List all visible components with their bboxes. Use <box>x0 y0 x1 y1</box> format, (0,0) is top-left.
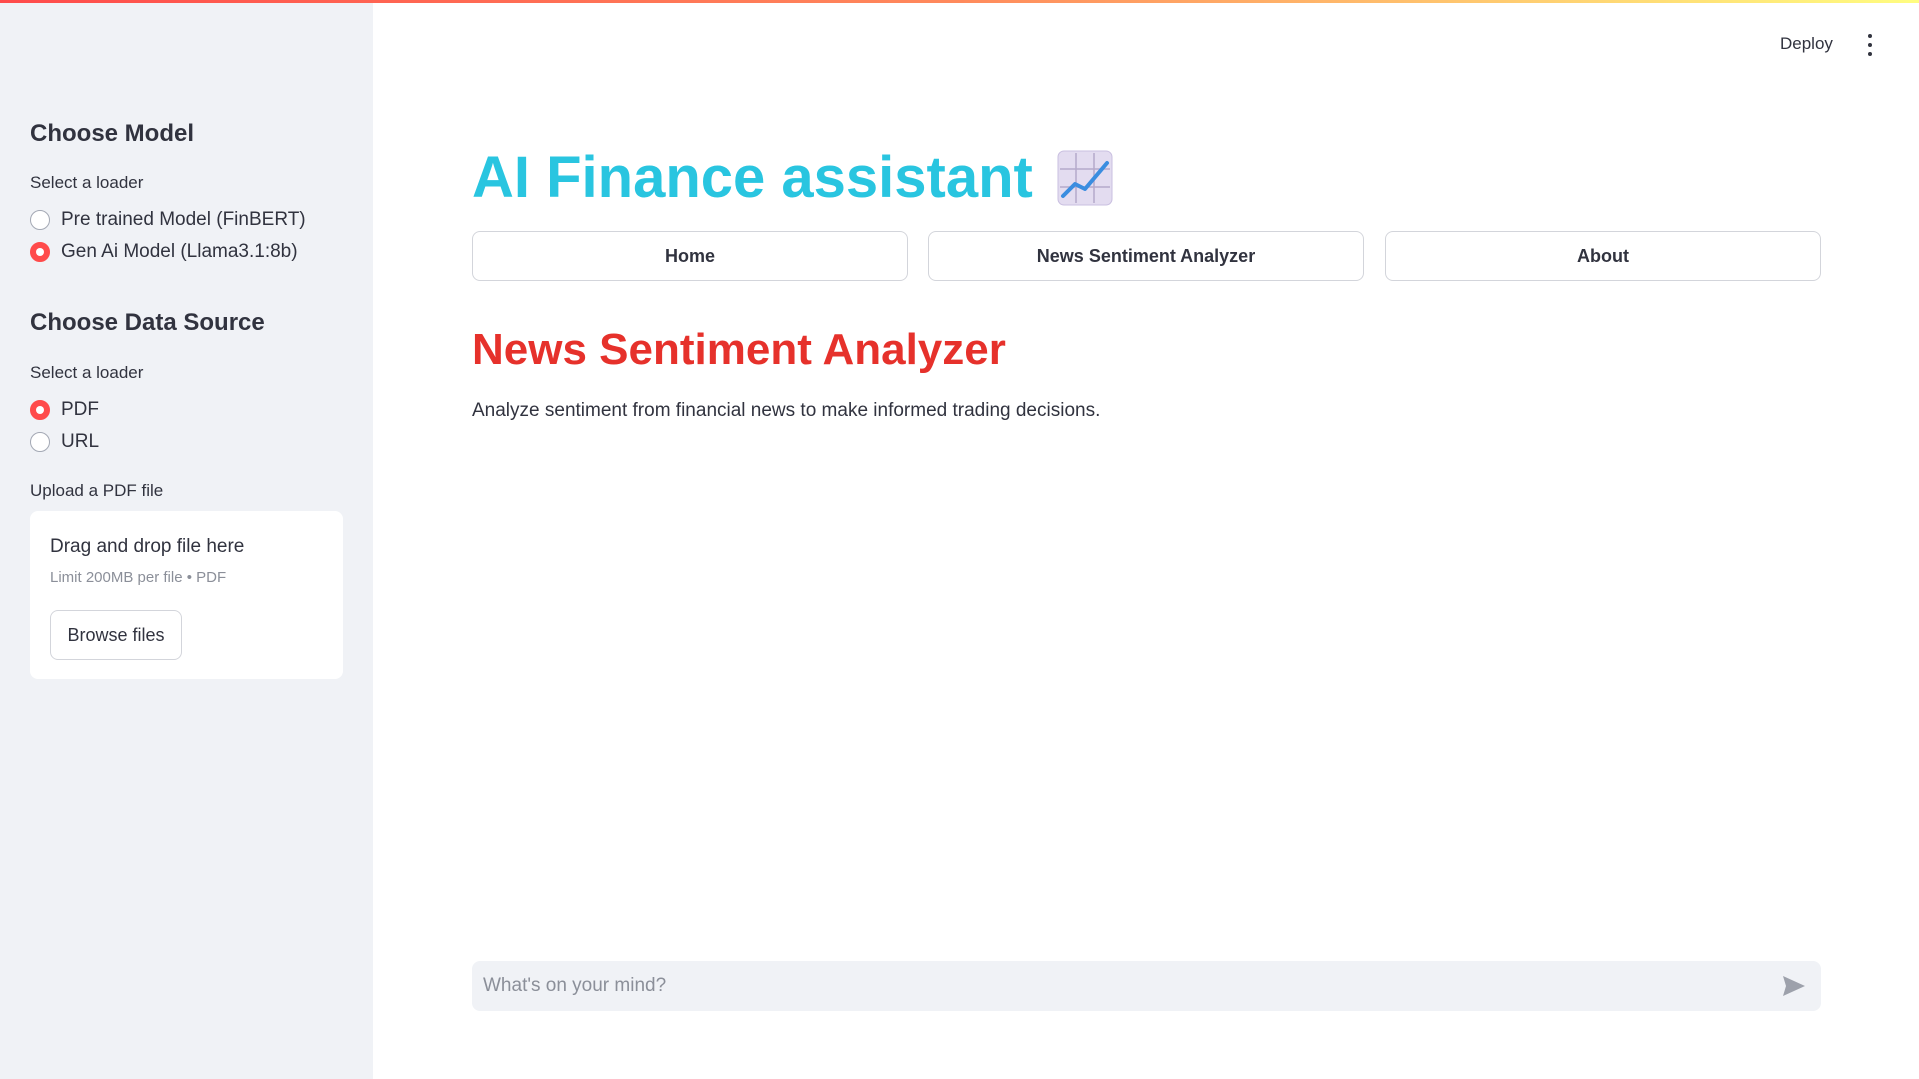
nav-news-sentiment-button[interactable]: News Sentiment Analyzer <box>928 231 1364 281</box>
app-title-text: AI Finance assistant <box>472 145 1033 210</box>
data-source-loader-label: Select a loader <box>30 363 144 382</box>
nav-home-button[interactable]: Home <box>472 231 908 281</box>
radio-button[interactable] <box>30 432 50 452</box>
file-dropzone[interactable]: Drag and drop file here Limit 200MB per … <box>30 511 343 679</box>
page-heading: News Sentiment Analyzer <box>472 325 1006 374</box>
app-title: AI Finance assistant <box>472 144 1113 211</box>
dropzone-limit: Limit 200MB per file • PDF <box>50 569 227 586</box>
send-icon[interactable] <box>1782 975 1806 997</box>
top-decoration-bar <box>0 0 1919 3</box>
model-loader-label: Select a loader <box>30 173 144 192</box>
deploy-button[interactable]: Deploy <box>1780 34 1833 54</box>
sidebar: Choose Model Select a loader Pre trained… <box>0 0 373 1079</box>
radio-button[interactable] <box>30 210 50 230</box>
radio-pdf[interactable]: PDF <box>30 397 99 423</box>
chat-input[interactable] <box>472 961 1762 1011</box>
choose-data-source-heading: Choose Data Source <box>30 309 265 336</box>
radio-button[interactable] <box>30 242 50 262</box>
radio-pretrained-model[interactable]: Pre trained Model (FinBERT) <box>30 207 306 233</box>
upload-label: Upload a PDF file <box>30 481 164 500</box>
browse-files-button[interactable]: Browse files <box>50 610 182 660</box>
radio-gen-ai-model[interactable]: Gen Ai Model (Llama3.1:8b) <box>30 239 298 265</box>
radio-label: URL <box>61 431 100 452</box>
more-vertical-icon[interactable] <box>1865 34 1875 56</box>
chat-input-bar <box>472 961 1821 1011</box>
choose-model-heading: Choose Model <box>30 120 195 147</box>
chart-increasing-icon <box>1057 150 1113 205</box>
radio-button[interactable] <box>30 400 50 420</box>
radio-label: Gen Ai Model (Llama3.1:8b) <box>61 241 298 262</box>
radio-label: PDF <box>61 399 99 420</box>
nav-about-button[interactable]: About <box>1385 231 1821 281</box>
radio-url[interactable]: URL <box>30 429 99 455</box>
page-description: Analyze sentiment from financial news to… <box>472 400 1101 421</box>
radio-label: Pre trained Model (FinBERT) <box>61 209 306 230</box>
dropzone-title: Drag and drop file here <box>50 536 245 557</box>
